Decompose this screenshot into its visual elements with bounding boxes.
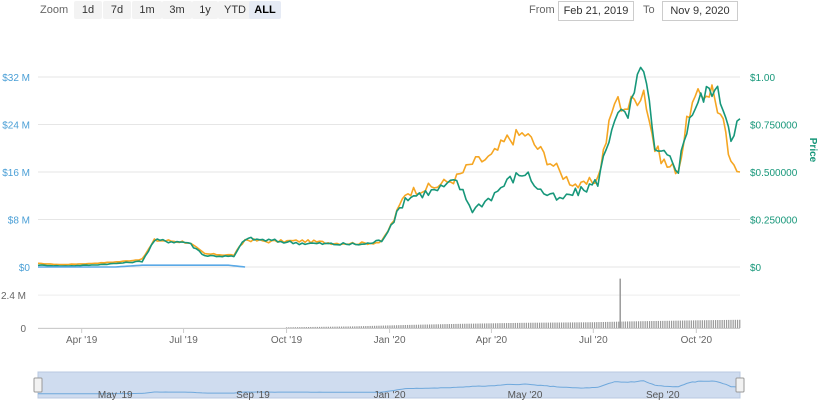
- left-tick-label: $24 M: [2, 121, 30, 132]
- left-tick-label: $0: [19, 263, 31, 274]
- volume-pane: 0 2.4 M: [1, 278, 741, 335]
- series-line-market_cap: [37, 84, 741, 266]
- left-tick-label: $16 M: [2, 168, 30, 179]
- x-tick-label: Oct '19: [271, 335, 303, 346]
- x-tick-label: Jul '19: [169, 335, 198, 346]
- to-label: To: [643, 4, 655, 16]
- navigator-tick-label: Sep '19: [236, 390, 270, 400]
- from-date-input[interactable]: Feb 21, 2019: [558, 1, 634, 21]
- zoom-button-7d[interactable]: 7d: [103, 1, 131, 19]
- x-tick-label: Jul '20: [579, 335, 608, 346]
- navigator-tick-label: Jan '20: [374, 390, 406, 400]
- left-tick-label: $32 M: [2, 73, 30, 84]
- right-tick-label: $1.00: [750, 73, 775, 84]
- navigator-tick-label: Sep '20: [646, 390, 680, 400]
- x-tick-label: Jan '20: [374, 335, 406, 346]
- x-tick-label: Oct '20: [681, 335, 713, 346]
- right-tick-label: $0.750000: [750, 121, 798, 132]
- x-axis: Apr '19 Jul '19 Oct '19 Jan '20 Apr '20 Jul '…: [66, 329, 712, 346]
- right-tick-label: $0.500000: [750, 168, 798, 179]
- zoom-button-3m[interactable]: 3m: [162, 1, 192, 19]
- right-tick-label: $0.250000: [750, 216, 798, 227]
- zoom-button-1y[interactable]: 1y: [192, 1, 218, 19]
- volume-tick-label: 2.4 M: [1, 291, 26, 302]
- right-tick-label: $0: [750, 263, 762, 274]
- left-tick-label: $8 M: [8, 216, 30, 227]
- zoom-button-1d[interactable]: 1d: [74, 1, 102, 19]
- navigator-tick-label: May '20: [508, 390, 543, 400]
- right-axis: $0 $0.250000 $0.500000 $0.750000 $1.00: [750, 73, 798, 274]
- chart-svg: $0 $8 M $16 M $24 M $32 M $0 $0.250000 $0.5000…: [1, 66, 818, 400]
- navigator-handle-right[interactable]: [735, 377, 745, 393]
- zoom-button-all[interactable]: ALL: [249, 1, 281, 19]
- zoom-label: Zoom: [40, 4, 69, 16]
- navigator-handle-left[interactable]: [33, 377, 43, 393]
- x-tick-label: Apr '20: [476, 335, 508, 346]
- series-line-price: [37, 66, 741, 267]
- volume-tick-label: 0: [20, 324, 26, 335]
- zoom-button-ytd[interactable]: YTD: [218, 1, 252, 19]
- right-axis-title: Price: [807, 138, 818, 163]
- navigator-tick-label: May '19: [98, 390, 133, 400]
- from-label: From: [529, 4, 555, 16]
- x-tick-label: Apr '19: [66, 335, 98, 346]
- main-grid: [38, 76, 740, 268]
- to-date-input[interactable]: Nov 9, 2020: [662, 1, 738, 21]
- range-selector: Zoom 1d 7d 1m 3m 1y YTD ALL From Feb 21,…: [0, 0, 830, 24]
- zoom-button-1m[interactable]: 1m: [132, 1, 162, 19]
- left-axis: $0 $8 M $16 M $24 M $32 M: [2, 73, 30, 274]
- navigator[interactable]: May '19 Sep '19 Jan '20 May '20 Sep '20: [33, 371, 745, 400]
- series-lines: [37, 66, 741, 268]
